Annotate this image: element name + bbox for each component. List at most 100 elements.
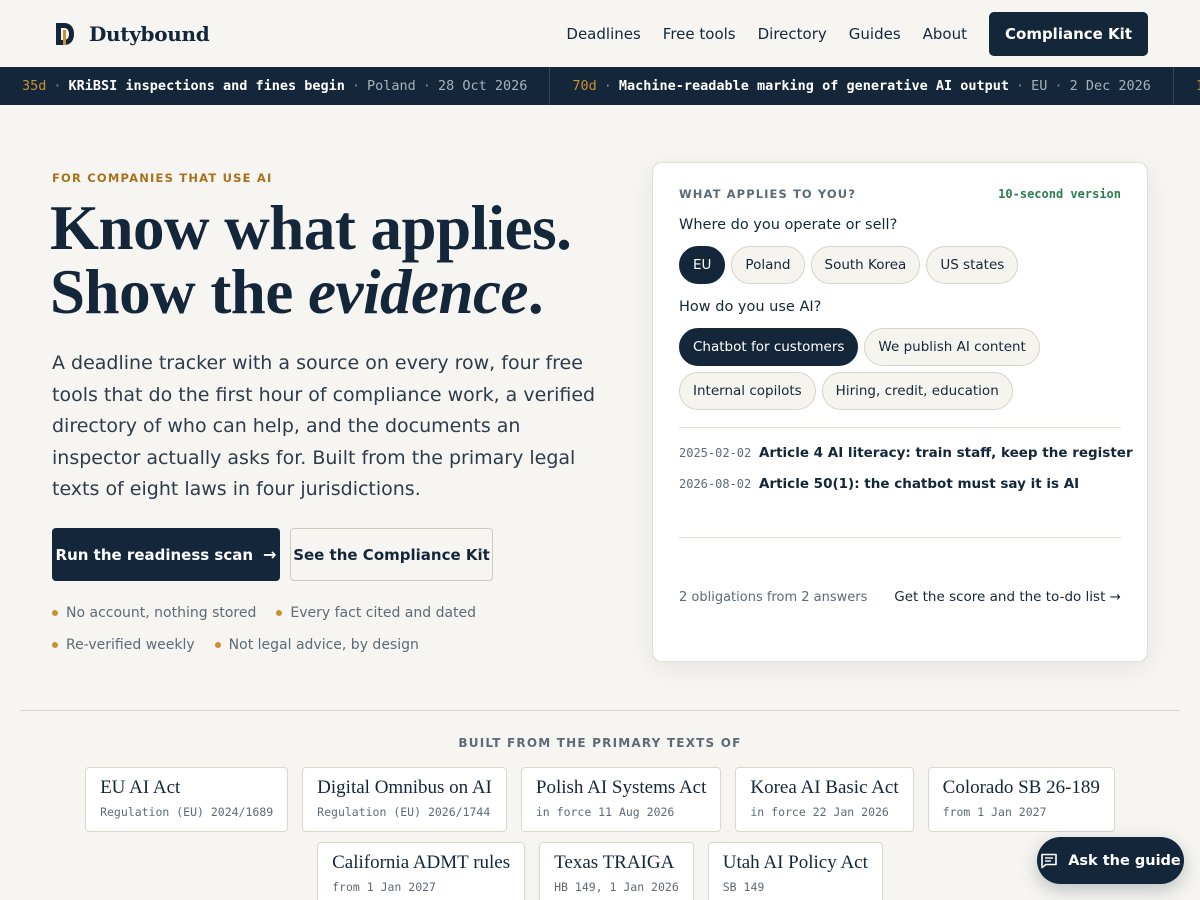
law-row: California ADMT rules from 1 Jan 2027 Te… bbox=[0, 842, 1200, 900]
ticker-date: 2 Dec 2026 bbox=[1069, 78, 1151, 94]
ticker-place: Poland bbox=[367, 78, 416, 94]
headline-line-2-post: . bbox=[527, 257, 544, 327]
law-card[interactable]: EU AI Act Regulation (EU) 2024/1689 bbox=[85, 767, 289, 832]
law-card[interactable]: Utah AI Policy Act SB 149 bbox=[707, 842, 883, 900]
trust-item: Not legal advice, by design bbox=[214, 635, 419, 655]
ticker-separator: · bbox=[603, 78, 612, 94]
bullet-dot-icon bbox=[52, 610, 58, 616]
question-ai-use: How do you use AI? bbox=[679, 299, 822, 315]
law-card[interactable]: Texas TRAIGA HB 149, 1 Jan 2026 bbox=[539, 842, 694, 900]
trust-item: No account, nothing stored bbox=[52, 603, 256, 623]
law-row: EU AI Act Regulation (EU) 2024/1689 Digi… bbox=[0, 767, 1200, 832]
law-name: Colorado SB 26-189 bbox=[942, 777, 1100, 798]
headline-line-2-pre: Show the bbox=[50, 257, 309, 327]
ticker-place: EU bbox=[1031, 78, 1048, 94]
chat-icon bbox=[1041, 853, 1058, 868]
chip-publish-content[interactable]: We publish AI content bbox=[864, 328, 1040, 366]
nav-free-tools[interactable]: Free tools bbox=[663, 25, 736, 43]
trust-points: No account, nothing stored Every fact ci… bbox=[52, 603, 612, 655]
deadline-ticker: 35d · KRiBSI inspections and fines begin… bbox=[0, 67, 1200, 105]
obligation-row: 2025-02-02 Article 4 AI literacy: train … bbox=[679, 445, 1133, 461]
ticker-separator: · bbox=[1016, 78, 1025, 94]
hero-headline: Know what applies. Show the evidence. bbox=[50, 196, 640, 324]
brand[interactable]: Dutybound bbox=[54, 21, 210, 47]
question-jurisdiction: Where do you operate or sell? bbox=[679, 217, 898, 233]
chip-eu[interactable]: EU bbox=[679, 246, 726, 284]
law-reference: from 1 Jan 2027 bbox=[942, 805, 1047, 819]
law-name: Digital Omnibus on AI bbox=[317, 777, 492, 798]
site-header: Dutybound Deadlines Free tools Directory… bbox=[0, 0, 1200, 67]
obligation-text: Article 4 AI literacy: train staff, keep… bbox=[759, 445, 1133, 461]
bullet-dot-icon bbox=[52, 642, 58, 648]
applicability-quiz-card: WHAT APPLIES TO YOU? 10-second version W… bbox=[652, 162, 1148, 662]
ticker-item[interactable]: 35d · KRiBSI inspections and fines begin… bbox=[0, 67, 551, 105]
law-reference: HB 149, 1 Jan 2026 bbox=[554, 880, 679, 894]
law-name: Korea AI Basic Act bbox=[750, 777, 899, 798]
ticker-separator: · bbox=[1054, 78, 1063, 94]
law-name: Polish AI Systems Act bbox=[535, 777, 707, 798]
section-divider bbox=[20, 710, 1180, 711]
sources-title: BUILT FROM THE PRIMARY TEXTS OF bbox=[458, 736, 742, 750]
obligation-date: 2026-08-02 bbox=[679, 477, 752, 491]
law-card[interactable]: Colorado SB 26-189 from 1 Jan 2027 bbox=[927, 767, 1115, 832]
law-card[interactable]: Polish AI Systems Act in force 11 Aug 20… bbox=[520, 767, 722, 832]
law-card[interactable]: Korea AI Basic Act in force 22 Jan 2026 bbox=[735, 767, 914, 832]
trust-text: Every fact cited and dated bbox=[290, 605, 477, 621]
chip-poland[interactable]: Poland bbox=[731, 246, 805, 284]
ticker-separator: · bbox=[53, 78, 62, 94]
quiz-eyebrow: WHAT APPLIES TO YOU? bbox=[679, 187, 856, 201]
nav-about[interactable]: About bbox=[923, 25, 967, 43]
ticker-separator: · bbox=[422, 78, 431, 94]
law-reference: Regulation (EU) 2026/1744 bbox=[317, 805, 491, 819]
ticker-item[interactable]: 1 bbox=[1174, 67, 1200, 105]
chip-chatbot[interactable]: Chatbot for customers bbox=[679, 328, 859, 366]
chip-internal-copilots[interactable]: Internal copilots bbox=[679, 372, 816, 410]
nav-directory[interactable]: Directory bbox=[758, 25, 827, 43]
ticker-date: 28 Oct 2026 bbox=[437, 78, 528, 94]
law-name: Utah AI Policy Act bbox=[722, 852, 868, 873]
readiness-scan-button[interactable]: Run the readiness scan → bbox=[52, 528, 280, 581]
headline-line-1: Know what applies. bbox=[50, 193, 572, 263]
jurisdiction-options: EU Poland South Korea US states bbox=[679, 246, 1129, 284]
ticker-title: Machine-readable marking of generative A… bbox=[618, 78, 1010, 94]
ticker-days: 70d bbox=[572, 78, 597, 94]
ticker-days: 1 bbox=[1195, 78, 1200, 94]
score-link[interactable]: Get the score and the to-do list → bbox=[894, 589, 1121, 605]
law-reference: SB 149 bbox=[722, 880, 765, 894]
law-card[interactable]: Digital Omnibus on AI Regulation (EU) 20… bbox=[302, 767, 507, 832]
trust-item: Re-verified weekly bbox=[52, 635, 195, 655]
ticker-title: KRiBSI inspections and fines begin bbox=[68, 78, 345, 94]
ask-guide-label: Ask the guide bbox=[1068, 852, 1181, 869]
chip-south-korea[interactable]: South Korea bbox=[810, 246, 921, 284]
bullet-dot-icon bbox=[276, 610, 283, 616]
law-reference: in force 22 Jan 2026 bbox=[750, 805, 889, 819]
obligation-row: 2026-08-02 Article 50(1): the chatbot mu… bbox=[679, 476, 1079, 492]
law-reference: in force 11 Aug 2026 bbox=[535, 805, 675, 819]
ticker-item[interactable]: 70d · Machine-readable marking of genera… bbox=[550, 67, 1174, 105]
arrow-right-icon: → bbox=[263, 545, 277, 564]
obligation-text: Article 50(1): the chatbot must say it i… bbox=[759, 476, 1080, 492]
card-divider bbox=[679, 537, 1121, 538]
bullet-dot-icon bbox=[214, 642, 221, 648]
ticker-separator: · bbox=[351, 78, 361, 94]
ai-use-options: Chatbot for customers We publish AI cont… bbox=[679, 328, 1129, 410]
readiness-scan-label: Run the readiness scan bbox=[55, 545, 254, 564]
ask-guide-button[interactable]: Ask the guide bbox=[1037, 837, 1184, 884]
trust-text: No account, nothing stored bbox=[66, 605, 257, 621]
nav-guides[interactable]: Guides bbox=[849, 25, 901, 43]
quiz-tag: 10-second version bbox=[998, 187, 1121, 201]
compliance-kit-button[interactable]: Compliance Kit bbox=[989, 11, 1148, 56]
main-nav: Deadlines Free tools Directory Guides Ab… bbox=[544, 11, 1148, 56]
law-name: California ADMT rules bbox=[332, 852, 511, 873]
trust-item: Every fact cited and dated bbox=[276, 603, 476, 623]
chip-hiring-credit[interactable]: Hiring, credit, education bbox=[821, 372, 1013, 410]
chip-us-states[interactable]: US states bbox=[926, 246, 1019, 284]
see-compliance-kit-button[interactable]: See the Compliance Kit bbox=[290, 528, 493, 581]
law-card[interactable]: California ADMT rules from 1 Jan 2027 bbox=[317, 842, 526, 900]
ticker-days: 35d bbox=[22, 78, 47, 94]
obligation-date: 2025-02-02 bbox=[679, 446, 752, 460]
hero-eyebrow: FOR COMPANIES THAT USE AI bbox=[52, 171, 273, 185]
nav-deadlines[interactable]: Deadlines bbox=[566, 25, 640, 43]
law-name: EU AI Act bbox=[100, 777, 181, 798]
card-divider bbox=[679, 427, 1121, 428]
